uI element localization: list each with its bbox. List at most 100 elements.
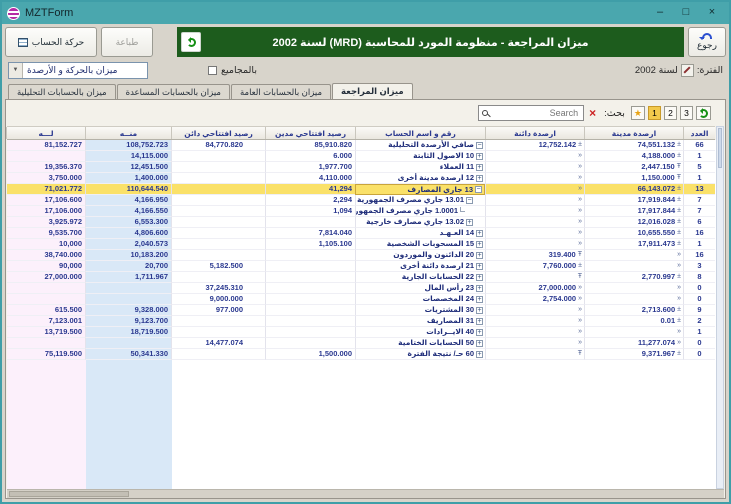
expand-icon[interactable]: + — [476, 273, 483, 281]
expand-icon[interactable]: + — [476, 229, 483, 237]
clear-search-icon[interactable]: × — [587, 107, 598, 119]
table-row[interactable]: 0 «11,277.074 «+50 الحسابات الختامية 14,477… — [7, 338, 715, 349]
period-edit-button[interactable] — [680, 63, 694, 77]
table-row[interactable]: 7±17,917.844« 1.0001 جاري مصرف الجمهورية … — [7, 206, 715, 217]
table-row[interactable]: 1 ±17,911.473 «+15 المسحوبات الشخصية 1,105.… — [7, 239, 715, 250]
tree-elbow-icon — [460, 206, 465, 212]
cell-from — [85, 338, 171, 349]
table-row[interactable]: 1 Ŧ 1,150.000 «+12 ارصدة مدينة أخرى 4,110.00… — [7, 173, 715, 184]
collapse-icon[interactable]: − — [476, 141, 483, 149]
table-row[interactable]: 13 ±66,143.072 «−13 جاري المصارف 41,294 110,… — [7, 184, 715, 195]
expand-icon[interactable]: + — [476, 328, 483, 336]
table-row[interactable]: 2 ±0.01 «+31 المصاريف 9,123.700 7,123.001 — [7, 316, 715, 327]
expand-icon[interactable]: + — [476, 350, 483, 358]
expand-icon[interactable]: + — [476, 295, 483, 303]
maximize-button[interactable]: □ — [674, 5, 698, 21]
header-count[interactable]: العدد — [683, 127, 715, 139]
scrollbar-thumb[interactable] — [9, 491, 129, 497]
cell-opening-credit — [171, 217, 265, 228]
table-row[interactable]: 0 ±9,371.967 Ŧ +60 حـ/ نتيجة الفترة 1,500.00… — [7, 349, 715, 360]
chevron-down-icon[interactable]: ▼ — [9, 62, 23, 78]
account-name: 24 المخصصات — [422, 294, 474, 303]
horizontal-scrollbar[interactable] — [7, 489, 724, 498]
cell-credit-balance: «2,754.000 — [485, 294, 584, 305]
vertical-scrollbar[interactable] — [716, 126, 724, 489]
cell-from — [85, 283, 171, 294]
tab-trial-balance[interactable]: ميزان المراجعة — [332, 83, 413, 99]
cell-opening-debit — [265, 316, 355, 327]
expand-icon[interactable]: + — [466, 218, 473, 226]
expand-icon[interactable]: + — [476, 339, 483, 347]
refresh-search-button[interactable] — [696, 106, 711, 120]
expand-icon[interactable]: + — [476, 174, 483, 182]
header-debit-balances[interactable]: ارصدة مدينة — [584, 127, 683, 139]
table-row[interactable]: 5 Ŧ 2,447.150 «+11 العملاء 1,977.700 12,451.5… — [7, 162, 715, 173]
cell-debit-balance: ±74,551.132 — [584, 140, 683, 151]
account-name: 50 الحسابات الختامية — [398, 338, 474, 347]
table-row[interactable]: 16 ±10,655.550 «+14 العـهـد 7,814.040 4,806.… — [7, 228, 715, 239]
print-button[interactable]: طباعة — [101, 27, 153, 57]
header-from[interactable]: منــه — [85, 127, 171, 139]
favorites-button[interactable]: ★ — [630, 106, 645, 120]
cell-debit-balance: ±0.01 — [584, 316, 683, 327]
page-button-2[interactable]: 2 — [664, 106, 677, 120]
cell-account: +30 المشتريات — [355, 305, 485, 316]
trial-balance-panel: × بحث: ★ 1 2 3 العدد ارصدة مدينة ارصدة د… — [5, 99, 726, 499]
table-header: العدد ارصدة مدينة ارصدة دائنة رقم و اسم … — [6, 126, 715, 140]
expand-icon[interactable]: + — [476, 240, 483, 248]
table-row[interactable]: 1 ±4,188.000 «+10 الاصول الثابتة 6.000 14,11… — [7, 151, 715, 162]
expand-icon[interactable]: + — [476, 262, 483, 270]
cell-opening-debit — [265, 261, 355, 272]
tab-analytical-accounts[interactable]: ميزان بالحسابات التحليلية — [8, 84, 116, 99]
cell-opening-credit — [171, 206, 265, 217]
tab-general-accounts[interactable]: ميزان بالحسابات العامة — [230, 84, 332, 99]
table-row[interactable]: 7 ±17,919.844 «−13.01 جاري مصرف الجمهورية 2… — [7, 195, 715, 206]
refresh-icon — [699, 107, 708, 118]
cell-debit-balance: ±17,919.844 — [584, 195, 683, 206]
table-row[interactable]: 3 «±7,760.000 +21 ارصدة دائنة أخرى 5,182.50… — [7, 261, 715, 272]
cell-count: 2 — [683, 316, 715, 327]
expand-icon[interactable]: + — [476, 163, 483, 171]
search-box[interactable] — [478, 105, 585, 121]
table-row[interactable]: 0 ««2,754.000 +24 المخصصات 9,000.000 — [7, 294, 715, 305]
header-credit-balances[interactable]: ارصدة دائنة — [485, 127, 584, 139]
table-row[interactable]: 8 ±2,770.997 Ŧ +22 الحسابات الجارية 1,711.96… — [7, 272, 715, 283]
expand-icon[interactable]: + — [476, 306, 483, 314]
tab-auxiliary-accounts[interactable]: ميزان بالحسابات المساعدة — [116, 84, 230, 99]
close-button[interactable]: × — [700, 5, 724, 21]
titlebar[interactable]: MZTForm – □ × — [2, 2, 729, 24]
search-input[interactable] — [488, 107, 581, 119]
header-to[interactable]: لـــه — [6, 127, 85, 139]
collapse-icon[interactable]: − — [466, 196, 473, 204]
totals-checkbox[interactable] — [208, 65, 217, 75]
cell-credit-balance: « — [485, 206, 584, 217]
table-row[interactable]: 66 ±74,551.132 ±12,752.142− صافي الأرصدة ال… — [7, 140, 715, 151]
cell-to: 81,152.727 — [7, 140, 85, 151]
table-row[interactable]: 6 ±12,016.028 «+13.02 جاري مصارف خارجية 6,5… — [7, 217, 715, 228]
cell-from: 4,806.600 — [85, 228, 171, 239]
table-row[interactable]: 1 ««+40 الايــرادات 18,719.500 13,719.500 — [7, 327, 715, 338]
expand-icon[interactable]: + — [476, 251, 483, 259]
expand-icon[interactable]: + — [476, 284, 483, 292]
back-button[interactable]: رجوع — [688, 27, 726, 57]
expand-icon[interactable]: + — [476, 152, 483, 160]
table-row[interactable]: 9 ±2,713.600 «+30 المشتريات 977.000 9,328.00… — [7, 305, 715, 316]
table-row[interactable]: 16 «Ŧ 319.400 +20 الدائنون والموردون 10,183.… — [7, 250, 715, 261]
cell-to: 38,740.000 — [7, 250, 85, 261]
table-row[interactable]: 0 ««27,000.000 +23 رأس المال 37,245.310 — [7, 283, 715, 294]
header-account[interactable]: رقم و اسم الحساب — [355, 127, 485, 139]
mode-dropdown[interactable]: ▼ ميزان بالحركة و الأرصدة — [8, 61, 148, 79]
page-button-3[interactable]: 3 — [680, 106, 693, 120]
header-opening-credit[interactable]: رصيد افتتاحي دائن — [171, 127, 265, 139]
expand-icon[interactable]: + — [476, 317, 483, 325]
account-movement-button[interactable]: حركة الحساب — [5, 27, 97, 57]
tabbar: ميزان بالحسابات التحليلية ميزان بالحسابا… — [5, 82, 726, 99]
scrollbar-thumb[interactable] — [718, 128, 722, 168]
collapse-icon[interactable]: − — [475, 186, 482, 193]
page-button-1[interactable]: 1 — [648, 106, 661, 120]
header-opening-debit[interactable]: رصيد افتتاحي مدين — [265, 127, 355, 139]
period-label: الفترة: — [696, 64, 723, 76]
refresh-button[interactable] — [181, 32, 201, 52]
minimize-button[interactable]: – — [648, 5, 672, 21]
search-icon — [482, 110, 489, 116]
